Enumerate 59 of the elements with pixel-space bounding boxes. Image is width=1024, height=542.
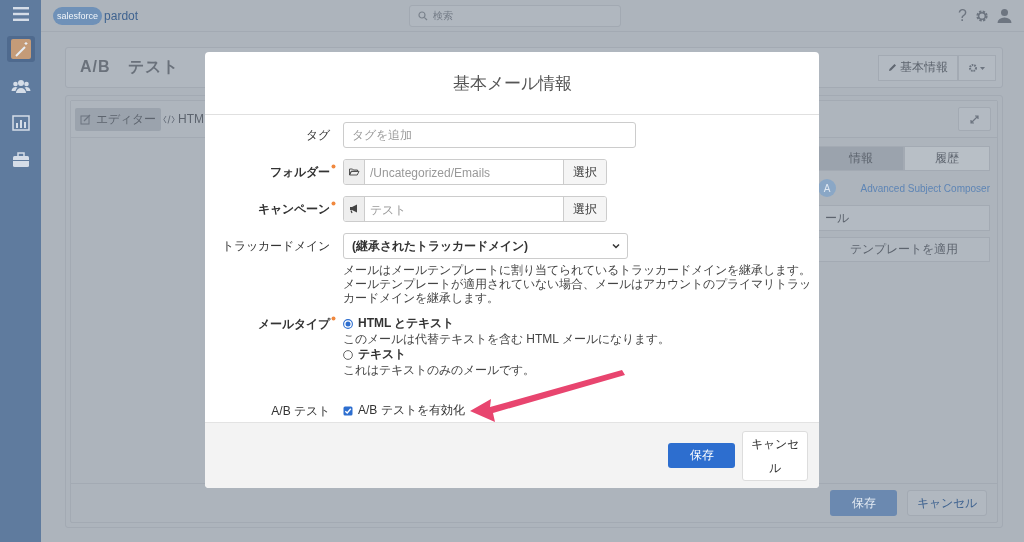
composer-link[interactable]: Advanced Subject Composer bbox=[860, 182, 990, 194]
megaphone-icon bbox=[348, 204, 360, 214]
radio-icon[interactable] bbox=[343, 349, 353, 360]
editor-tab[interactable]: HTM bbox=[163, 107, 204, 131]
menu-icon[interactable] bbox=[12, 7, 29, 21]
cancel-button[interactable]: キャンセル bbox=[907, 490, 987, 516]
field-label: フォルダー bbox=[270, 164, 330, 181]
expand-button[interactable] bbox=[958, 107, 991, 131]
logo-text: pardot bbox=[104, 8, 139, 23]
settings-dropdown[interactable] bbox=[958, 54, 996, 81]
logo-cloud: salesforce bbox=[53, 6, 103, 25]
checkbox-checked-icon[interactable] bbox=[343, 405, 353, 416]
help-text: メールはメールテンプレートに割り当てられているトラッカードメインを継承します。 メールテンプレートが適用されていない場合、メールはアカウントのプライマリトラッカードメインを継承します。 bbox=[343, 263, 812, 305]
edit-icon bbox=[80, 113, 92, 125]
briefcase-icon bbox=[10, 150, 31, 170]
option-description: このメールは代替テキストを含む HTML メールになります。 bbox=[343, 330, 670, 348]
settings-icon[interactable] bbox=[975, 8, 989, 23]
field-label: タグ bbox=[306, 127, 330, 144]
radio-option[interactable]: HTML とテキスト bbox=[343, 316, 819, 331]
required-icon bbox=[331, 316, 336, 321]
save-button[interactable]: 保存 bbox=[668, 443, 735, 468]
radio-option[interactable]: テキスト bbox=[343, 347, 819, 362]
picker-field[interactable]: テスト 選択 bbox=[343, 196, 607, 222]
panel-tab[interactable]: 情報 bbox=[818, 146, 904, 171]
code-icon bbox=[163, 113, 175, 125]
apply-template-button[interactable]: テンプレートを適用 bbox=[818, 237, 990, 262]
field-label: メールタイプ bbox=[258, 316, 330, 333]
chart-icon bbox=[10, 113, 31, 133]
settings-icon bbox=[968, 62, 986, 73]
wand-icon bbox=[10, 39, 31, 59]
tag-input-field[interactable]: タグを追加 bbox=[343, 122, 636, 148]
page-title: A/B テスト bbox=[80, 57, 179, 77]
radio-selected-icon[interactable] bbox=[343, 318, 353, 329]
option-description: これはテキストのみのメールです。 bbox=[343, 361, 535, 379]
required-icon bbox=[331, 201, 336, 206]
subject-field[interactable]: ール bbox=[818, 205, 990, 231]
chevron-down-icon bbox=[612, 243, 620, 249]
expand-icon bbox=[970, 114, 979, 124]
required-icon bbox=[331, 164, 336, 169]
pencil-icon bbox=[888, 63, 897, 72]
picker-field[interactable]: /Uncategorized/Emails 選択 bbox=[343, 159, 607, 185]
search-icon bbox=[418, 10, 429, 21]
select-button[interactable]: 選択 bbox=[563, 197, 606, 221]
save-button[interactable]: 保存 bbox=[830, 490, 897, 516]
checkbox-option[interactable]: A/B テストを有効化 bbox=[343, 403, 465, 418]
cancel-button[interactable]: キャンセル bbox=[742, 430, 808, 481]
field-label: トラッカードメイン bbox=[222, 238, 330, 255]
search-field[interactable]: 検索 bbox=[409, 4, 622, 27]
domain-dropdown[interactable]: (継承されたトラッカードメイン) bbox=[343, 233, 628, 259]
user-icon[interactable] bbox=[997, 8, 1012, 23]
sidebar-item[interactable] bbox=[6, 36, 35, 62]
field-label: A/B テスト bbox=[271, 403, 330, 420]
field-label: キャンペーン bbox=[258, 201, 330, 218]
basic-info-button[interactable]: 基本情報 bbox=[878, 54, 958, 81]
help-icon[interactable]: ? bbox=[958, 6, 967, 25]
dialog-title: 基本メール情報 bbox=[452, 72, 572, 95]
folder-icon bbox=[348, 167, 360, 177]
select-button[interactable]: 選択 bbox=[563, 160, 606, 184]
panel-tab[interactable]: 履歴 bbox=[904, 146, 990, 171]
